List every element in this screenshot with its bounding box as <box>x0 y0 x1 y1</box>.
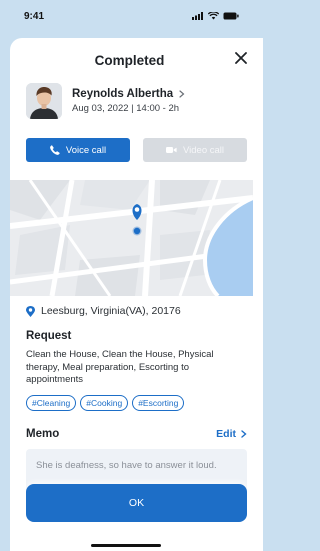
ok-button[interactable]: OK <box>26 484 247 522</box>
profile-card[interactable]: Reynolds Albertha Aug 03, 2022 | 14:00 -… <box>26 83 185 119</box>
close-icon <box>235 52 247 64</box>
chevron-right-icon <box>179 90 185 98</box>
location-pin-icon <box>26 305 35 317</box>
profile-schedule: Aug 03, 2022 | 14:00 - 2h <box>72 103 180 114</box>
battery-icon <box>223 12 239 20</box>
request-tags: #Cleaning #Cooking #Escorting <box>26 395 185 411</box>
status-time: 9:41 <box>24 10 45 22</box>
request-description: Clean the House, Clean the House, Physic… <box>26 349 214 385</box>
map-image <box>10 180 253 296</box>
tag-escorting[interactable]: #Escorting <box>132 395 185 411</box>
location-map[interactable] <box>10 180 253 296</box>
video-call-button[interactable]: Video call <box>143 138 247 162</box>
location-row: Leesburg, Virginia(VA), 20176 <box>26 305 181 317</box>
location-address: Leesburg, Virginia(VA), 20176 <box>41 305 181 317</box>
voice-call-label: Voice call <box>65 144 107 156</box>
status-icons <box>192 12 239 20</box>
page-title: Completed <box>94 52 165 68</box>
home-indicator <box>91 544 161 547</box>
phone-icon <box>50 145 60 155</box>
avatar <box>26 83 62 119</box>
sheet-header: Completed <box>10 38 263 82</box>
profile-info: Reynolds Albertha Aug 03, 2022 | 14:00 -… <box>72 88 185 114</box>
memo-header: Memo Edit <box>26 428 247 440</box>
edit-memo-label: Edit <box>216 428 236 440</box>
request-title: Request <box>26 330 72 342</box>
close-button[interactable] <box>233 50 249 66</box>
chevron-right-icon <box>241 430 247 438</box>
tag-cooking[interactable]: #Cooking <box>80 395 129 411</box>
profile-name-row: Reynolds Albertha <box>72 88 185 100</box>
wifi-icon <box>208 12 219 20</box>
memo-title: Memo <box>26 428 60 440</box>
status-bar: 9:41 <box>0 0 253 32</box>
voice-call-button[interactable]: Voice call <box>26 138 130 162</box>
signal-icon <box>192 12 203 20</box>
profile-name: Reynolds Albertha <box>72 88 174 100</box>
video-camera-icon <box>165 147 177 153</box>
video-call-label: Video call <box>182 144 225 156</box>
call-actions: Voice call Video call <box>26 138 247 162</box>
tag-cleaning[interactable]: #Cleaning <box>26 395 77 411</box>
completed-sheet: Completed Reynolds Albertha Aug 03, 2022… <box>10 38 263 551</box>
edit-memo-button[interactable]: Edit <box>216 428 247 440</box>
